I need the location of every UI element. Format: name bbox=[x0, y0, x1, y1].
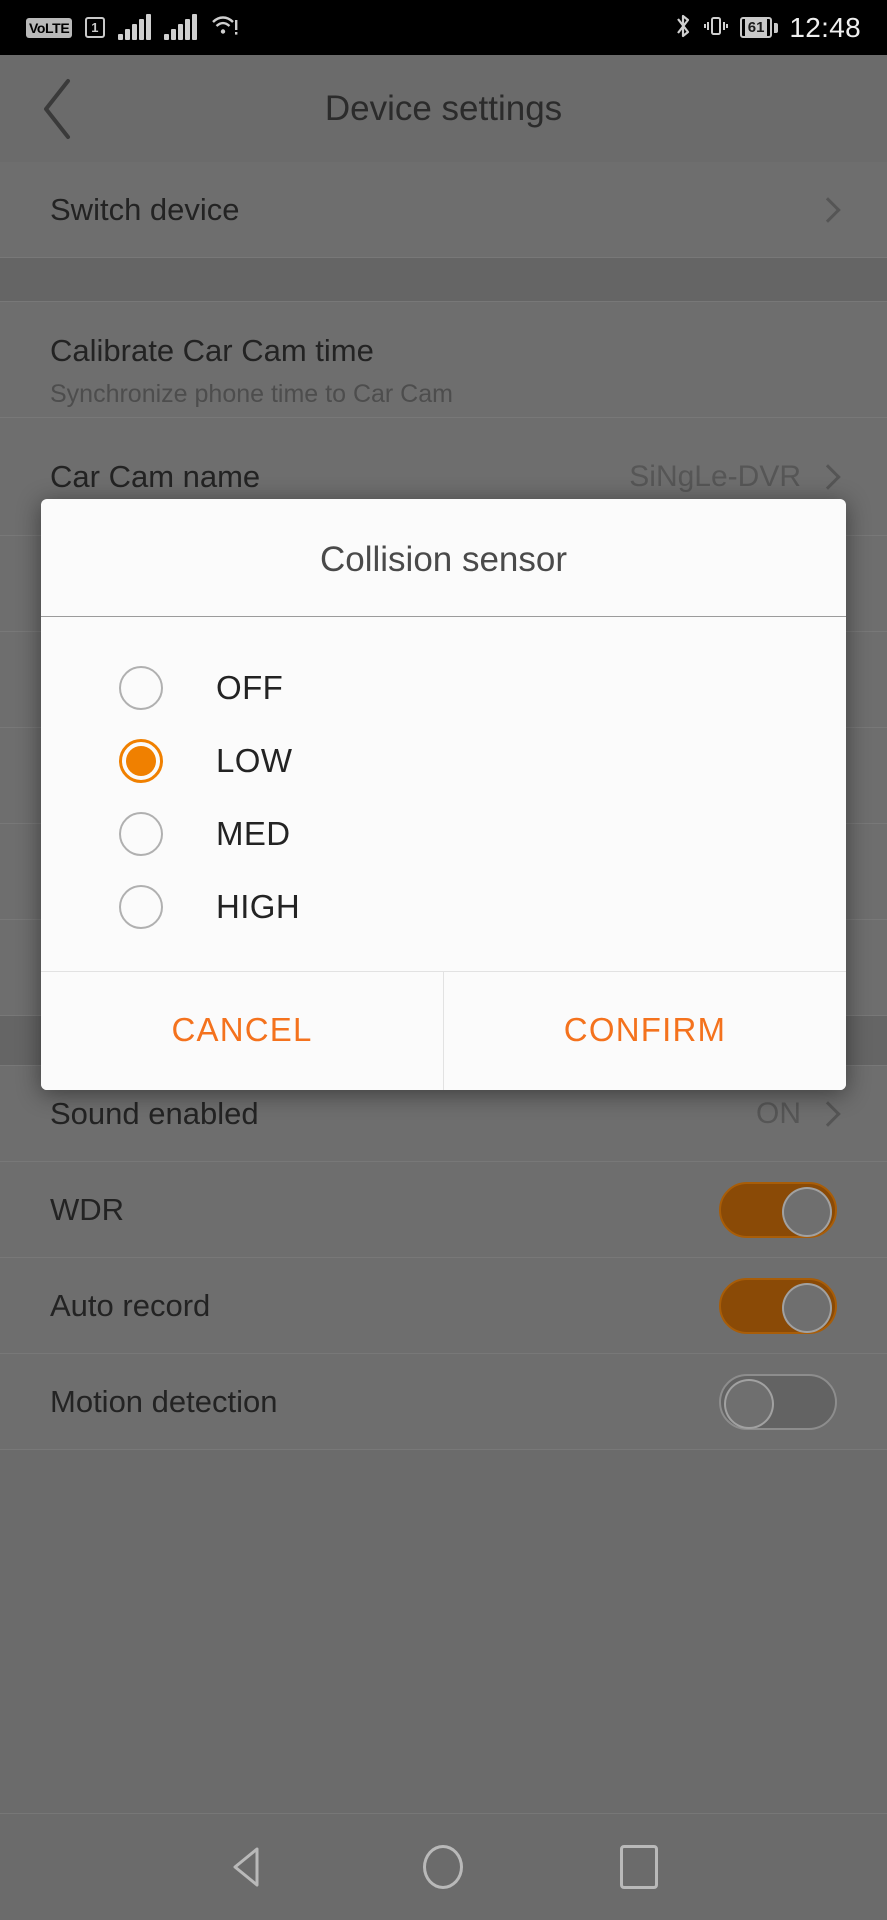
row-title: WDR bbox=[50, 1191, 125, 1227]
radio-option-low[interactable]: LOW bbox=[41, 724, 846, 797]
recents-square-icon bbox=[620, 1845, 659, 1889]
status-bar: VoLTE 1 61 12:48 bbox=[0, 0, 887, 55]
radio-label: LOW bbox=[216, 741, 293, 779]
confirm-button[interactable]: CONFIRM bbox=[443, 972, 846, 1090]
battery-percent: 61 bbox=[744, 18, 768, 37]
settings-row-switch-device[interactable]: Switch device bbox=[0, 162, 887, 258]
row-accessory bbox=[719, 1277, 837, 1334]
row-subtitle: Synchronize phone time to Car Cam bbox=[50, 379, 453, 408]
home-circle-icon bbox=[423, 1845, 464, 1889]
settings-row-wdr[interactable]: WDR bbox=[0, 1162, 887, 1258]
row-value: SiNgLe-DVR bbox=[629, 459, 801, 493]
status-bar-clock: 12:48 bbox=[789, 11, 861, 43]
system-nav-bar bbox=[0, 1813, 887, 1920]
radio-label: OFF bbox=[216, 668, 284, 706]
row-value: ON bbox=[756, 1096, 801, 1130]
vibrate-icon bbox=[703, 13, 729, 43]
radio-option-off[interactable]: OFF bbox=[41, 651, 846, 724]
status-bar-left: VoLTE 1 bbox=[26, 13, 240, 42]
radio-icon-selected[interactable] bbox=[119, 738, 163, 783]
radio-icon[interactable] bbox=[119, 665, 163, 710]
nav-back-button[interactable] bbox=[213, 1832, 283, 1902]
auto-record-toggle[interactable] bbox=[719, 1277, 837, 1334]
radio-label: HIGH bbox=[216, 887, 301, 925]
row-title: Auto record bbox=[50, 1287, 211, 1323]
list-section-gap bbox=[0, 258, 887, 302]
chevron-right-icon bbox=[815, 463, 841, 490]
radio-option-high[interactable]: HIGH bbox=[41, 870, 846, 943]
collision-sensor-dialog: Collision sensor OFF LOW MED HIGH CANCEL… bbox=[41, 499, 846, 1090]
volte-icon: VoLTE bbox=[26, 17, 73, 38]
wifi-alert-icon bbox=[210, 14, 240, 42]
nav-recents-button[interactable] bbox=[604, 1832, 674, 1902]
row-title: Switch device bbox=[50, 191, 240, 227]
signal-bars-icon bbox=[117, 13, 151, 40]
motion-detection-toggle[interactable] bbox=[719, 1373, 837, 1430]
back-chevron-icon[interactable] bbox=[30, 78, 86, 139]
battery-icon: 61 bbox=[739, 17, 779, 38]
bluetooth-icon bbox=[674, 13, 692, 43]
cancel-button[interactable]: CANCEL bbox=[41, 972, 443, 1090]
row-title: Calibrate Car Cam time bbox=[50, 332, 374, 368]
row-accessory: SiNgLe-DVR bbox=[629, 459, 841, 494]
chevron-right-icon bbox=[815, 196, 841, 223]
status-bar-right: 61 12:48 bbox=[674, 12, 861, 44]
settings-row-auto-record[interactable]: Auto record bbox=[0, 1258, 887, 1354]
row-title: Car Cam name bbox=[50, 458, 261, 494]
app-bar: Device settings bbox=[0, 55, 887, 162]
row-title: Motion detection bbox=[50, 1383, 278, 1419]
row-accessory: ON bbox=[756, 1096, 841, 1131]
row-title: Sound enabled bbox=[50, 1095, 259, 1131]
row-accessory bbox=[719, 1181, 837, 1238]
wdr-toggle[interactable] bbox=[719, 1181, 837, 1238]
dialog-actions: CANCEL CONFIRM bbox=[41, 971, 846, 1090]
sim1-icon: 1 bbox=[85, 17, 105, 38]
radio-icon[interactable] bbox=[119, 811, 163, 856]
page-title: Device settings bbox=[324, 88, 563, 128]
radio-label: MED bbox=[216, 814, 291, 852]
settings-row-calibrate-time[interactable]: Calibrate Car Cam time Synchronize phone… bbox=[0, 302, 887, 418]
dialog-title: Collision sensor bbox=[41, 499, 846, 617]
radio-icon[interactable] bbox=[119, 884, 163, 929]
radio-option-med[interactable]: MED bbox=[41, 797, 846, 870]
settings-row-motion-detection[interactable]: Motion detection bbox=[0, 1354, 887, 1450]
back-triangle-icon bbox=[233, 1847, 259, 1887]
row-accessory bbox=[719, 1373, 837, 1430]
dialog-options-list: OFF LOW MED HIGH bbox=[41, 617, 846, 971]
chevron-right-icon bbox=[815, 1100, 841, 1127]
row-accessory bbox=[815, 196, 841, 223]
signal-bars-icon bbox=[163, 13, 197, 40]
phone-screen: VoLTE 1 61 12:48 Device settings Switch … bbox=[0, 0, 887, 1920]
nav-home-button[interactable] bbox=[408, 1832, 478, 1902]
